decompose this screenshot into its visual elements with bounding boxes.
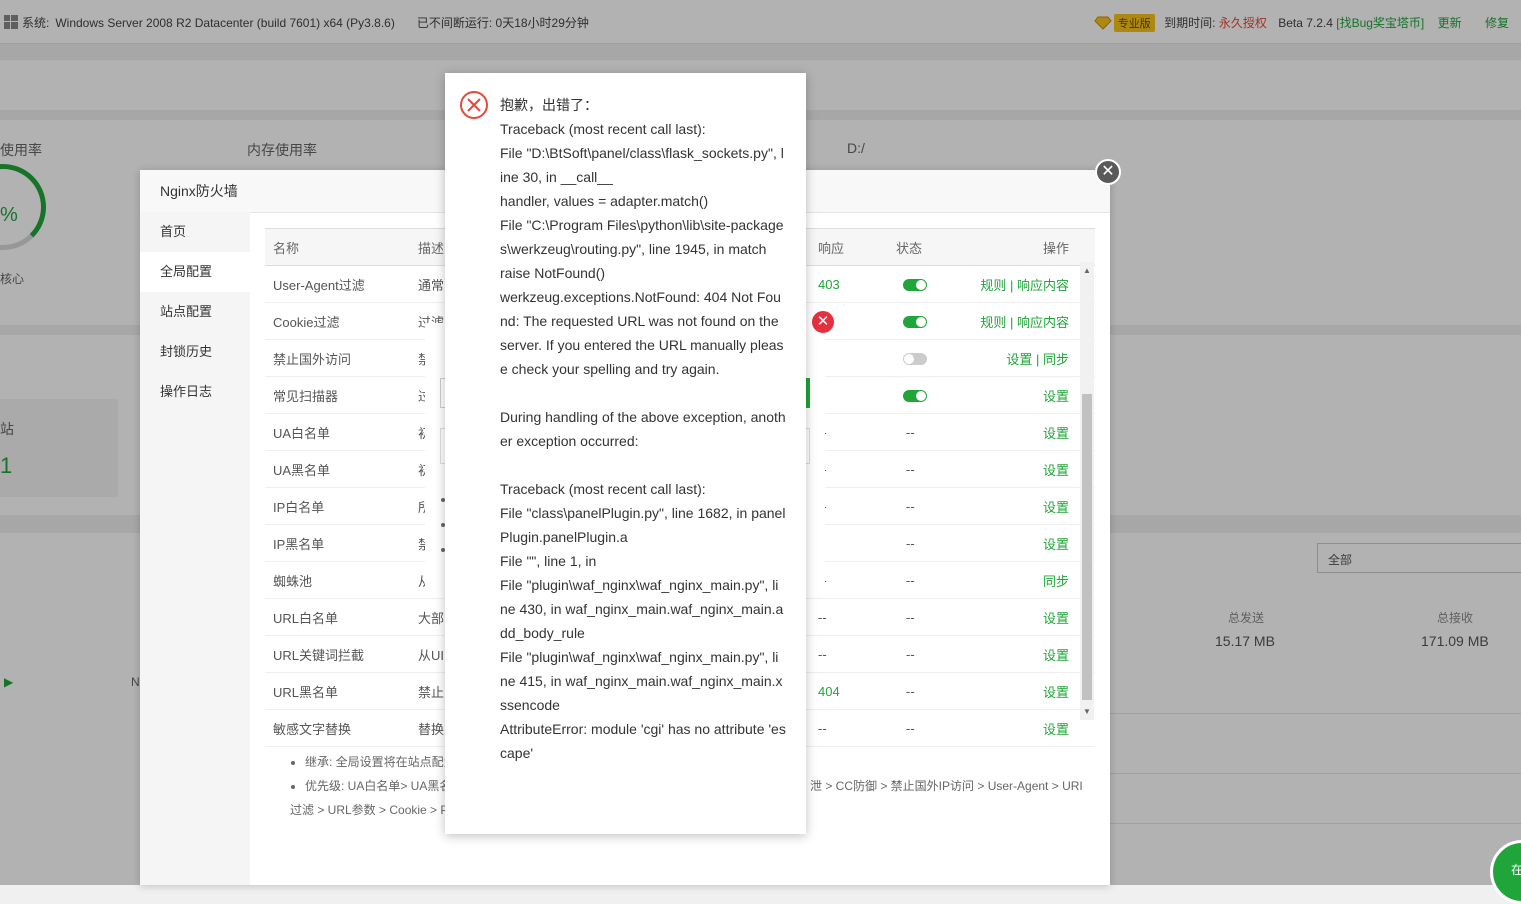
rule-name: 敏感文字替换 (265, 709, 410, 747)
rule-op: 设置 (968, 450, 1095, 488)
col-resp: 响应 (810, 228, 888, 266)
rule-resp: -- (810, 635, 888, 673)
rule-name: 常见扫描器 (265, 376, 410, 414)
rule-status (888, 302, 968, 340)
rule-status: -- (888, 709, 968, 747)
rule-op: 同步 (968, 561, 1095, 599)
rule-status (888, 265, 968, 303)
status-toggle[interactable] (903, 353, 927, 366)
waf-menu-log[interactable]: 操作日志 (140, 372, 250, 412)
rule-op-link[interactable]: 设置 (1043, 537, 1069, 552)
rule-name: URL白名单 (265, 598, 410, 636)
col-name: 名称 (265, 228, 410, 266)
rule-op-link[interactable]: 设置 (1043, 463, 1069, 478)
error-message: 抱歉，出错了： Traceback (most recent call last… (500, 97, 786, 761)
rule-status: -- (888, 561, 968, 599)
rule-status (888, 339, 968, 377)
error-dialog: 抱歉，出错了： Traceback (most recent call last… (445, 73, 806, 834)
scroll-up-icon[interactable]: ▲ (1083, 266, 1091, 275)
rule-op-link[interactable]: 设置 (1006, 352, 1032, 367)
waf-close-button[interactable]: ✕ (1095, 159, 1121, 185)
rule-op-link[interactable]: 设置 (1043, 426, 1069, 441)
rule-resp: -- (810, 598, 888, 636)
rule-name: Cookie过滤 (265, 302, 410, 340)
rule-op: 设置 (968, 376, 1095, 414)
dialog-close-button[interactable]: ✕ (810, 309, 836, 335)
rule-name: 蜘蛛池 (265, 561, 410, 599)
rule-op: 设置 (968, 487, 1095, 525)
rule-op-link[interactable]: 设置 (1043, 648, 1069, 663)
rule-op-link[interactable]: 设置 (1043, 500, 1069, 515)
rule-name: User-Agent过滤 (265, 265, 410, 303)
rule-op-link[interactable]: 设置 (1043, 611, 1069, 626)
rule-op-link[interactable]: 响应内容 (1017, 315, 1069, 330)
rule-status: -- (888, 635, 968, 673)
rule-name: UA黑名单 (265, 450, 410, 488)
waf-menu-home[interactable]: 首页 (140, 212, 250, 252)
error-icon (460, 91, 488, 119)
rule-resp: 403 (810, 265, 888, 303)
scroll-thumb[interactable] (1082, 394, 1092, 700)
rule-op: 设置 (968, 635, 1095, 673)
rule-op: 设置 (968, 524, 1095, 562)
rule-status: -- (888, 524, 968, 562)
rule-name: URL黑名单 (265, 672, 410, 710)
rule-op-link[interactable]: 规则 (980, 278, 1006, 293)
rule-op: 设置 | 同步 (968, 339, 1095, 377)
rule-status: -- (888, 672, 968, 710)
status-toggle[interactable] (903, 279, 927, 292)
rule-op: 规则 | 响应内容 (968, 265, 1095, 303)
rule-status: -- (888, 487, 968, 525)
col-op: 操作 (968, 228, 1095, 266)
status-toggle[interactable] (903, 390, 927, 403)
rule-status: -- (888, 413, 968, 451)
rule-resp: -- (810, 709, 888, 747)
rule-op: 设置 (968, 709, 1095, 747)
rule-status (888, 376, 968, 414)
waf-menu-global[interactable]: 全局配置 (140, 252, 250, 292)
waf-menu-history[interactable]: 封锁历史 (140, 332, 250, 372)
rule-op: 规则 | 响应内容 (968, 302, 1095, 340)
rule-op-link[interactable]: 设置 (1043, 389, 1069, 404)
table-scrollbar[interactable]: ▲ ▼ (1080, 262, 1094, 720)
rule-status: -- (888, 598, 968, 636)
rule-name: IP白名单 (265, 487, 410, 525)
rule-op-link[interactable]: 同步 (1043, 574, 1069, 589)
rule-op-link[interactable]: 同步 (1043, 352, 1069, 367)
rule-op-link[interactable]: 设置 (1043, 685, 1069, 700)
col-status: 状态 (888, 228, 968, 266)
rule-op-link[interactable]: 设置 (1043, 722, 1069, 737)
rule-resp: 404 (810, 672, 888, 710)
waf-menu-site[interactable]: 站点配置 (140, 292, 250, 332)
rule-status: -- (888, 450, 968, 488)
scroll-down-icon[interactable]: ▼ (1083, 707, 1091, 716)
rule-name: IP黑名单 (265, 524, 410, 562)
rule-op-link[interactable]: 规则 (980, 315, 1006, 330)
rule-op: 设置 (968, 413, 1095, 451)
rule-name: UA白名单 (265, 413, 410, 451)
waf-sidebar: 首页 全局配置 站点配置 封锁历史 操作日志 (140, 212, 250, 885)
rule-op: 设置 (968, 672, 1095, 710)
rule-name: URL关键词拦截 (265, 635, 410, 673)
rule-op: 设置 (968, 598, 1095, 636)
rule-op-link[interactable]: 响应内容 (1017, 278, 1069, 293)
rule-name: 禁止国外访问 (265, 339, 410, 377)
status-toggle[interactable] (903, 316, 927, 329)
